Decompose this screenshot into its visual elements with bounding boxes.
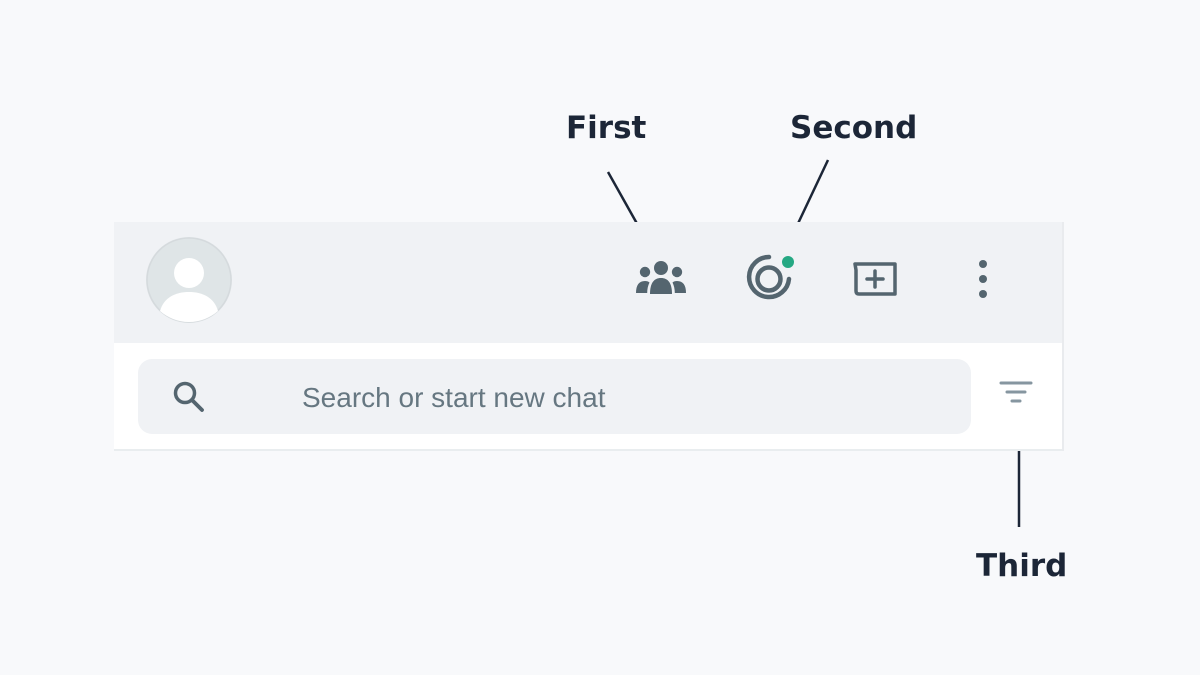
annotation-first: First <box>566 110 647 146</box>
annotation-third: Third <box>976 548 1068 584</box>
panel-header <box>114 222 1062 343</box>
status-button[interactable] <box>739 249 799 309</box>
annotation-second: Second <box>790 110 918 146</box>
default-user-avatar-icon <box>146 237 232 323</box>
search-icon[interactable] <box>172 380 206 414</box>
panel-divider <box>1062 222 1064 451</box>
new-chat-icon <box>853 262 897 296</box>
filter-icon <box>999 381 1033 403</box>
search-box <box>138 359 971 436</box>
menu-kebab-icon <box>979 260 987 298</box>
status-icon <box>746 254 794 300</box>
status-unread-dot <box>782 256 794 268</box>
chat-list-panel <box>114 222 1062 451</box>
new-chat-button[interactable] <box>845 249 905 309</box>
filter-button[interactable] <box>990 366 1042 418</box>
menu-button[interactable] <box>953 249 1013 309</box>
search-input[interactable] <box>300 359 944 436</box>
communities-button[interactable] <box>631 249 691 309</box>
search-row <box>114 343 1062 451</box>
communities-icon <box>636 261 686 294</box>
avatar[interactable] <box>146 237 232 323</box>
